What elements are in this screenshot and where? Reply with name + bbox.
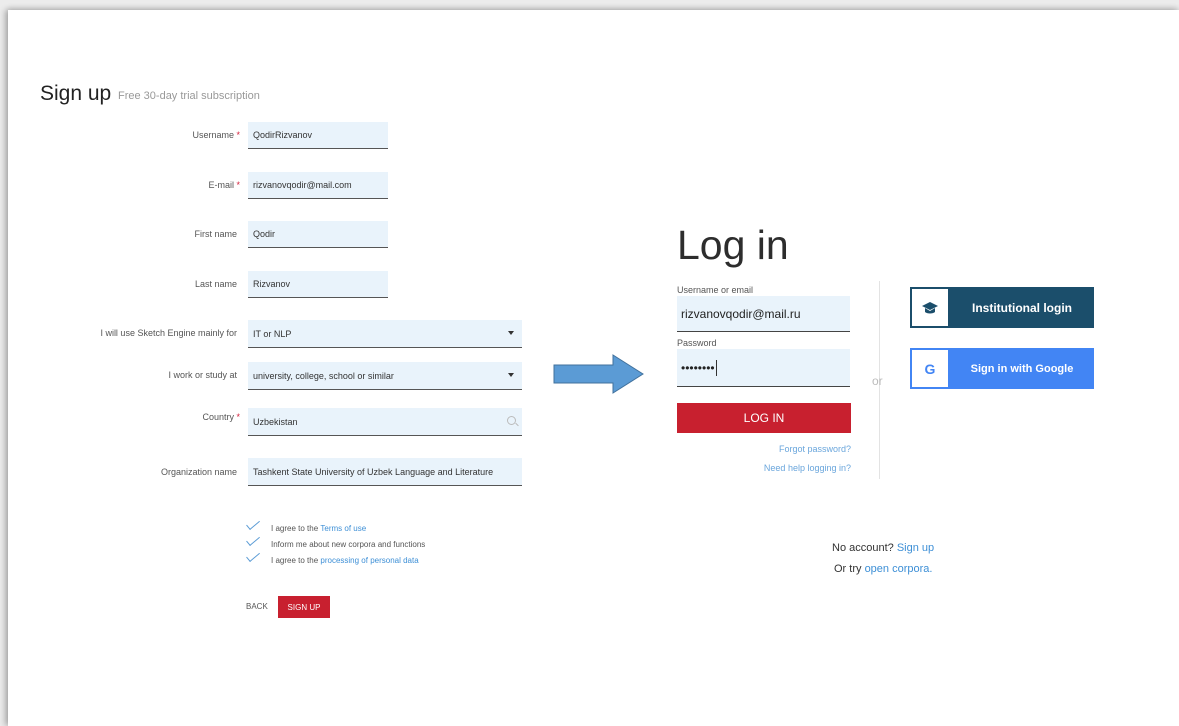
or-try-text: Or try open corpora. [834,563,933,575]
signup-subtitle: Free 30-day trial subscription [118,90,260,102]
no-account-text: No account? Sign up [832,542,935,554]
login-username-label: Username or email [677,285,754,295]
text-cursor [715,359,717,376]
organization-field[interactable]: Tashkent State University of Uzbek Langu… [248,458,522,486]
last-name-field[interactable]: Rizvanov [248,271,388,298]
password-label: Password [677,338,717,348]
work-study-select[interactable]: university, college, school or similar [248,362,522,390]
country-field[interactable]: Uzbekistan [248,408,522,436]
use-for-label: I will use Sketch Engine mainly for [100,328,237,338]
graduation-cap-icon [910,287,950,328]
sign-up-link[interactable]: Sign up [897,542,934,554]
signup-button[interactable]: SIGN UP [278,596,330,618]
checkmark-icon [248,540,263,549]
work-study-label: I work or study at [168,370,237,380]
page-frame: Sign up Free 30-day trial subscription U… [8,10,1179,726]
username-field[interactable]: QodirRizvanov [248,122,388,149]
google-signin-button[interactable]: G Sign in with Google [910,348,1094,389]
terms-link[interactable]: Terms of use [320,524,366,533]
first-name-field[interactable]: Qodir [248,221,388,248]
need-help-link[interactable]: Need help logging in? [764,463,851,473]
password-field[interactable]: •••••••• [677,349,850,387]
email-label: E-mail * [208,180,240,190]
use-for-select[interactable]: IT or NLP [248,320,522,348]
institutional-login-label: Institutional login [972,300,1072,315]
forgot-password-link[interactable]: Forgot password? [779,444,851,454]
chevron-down-icon [508,373,514,377]
first-name-label: First name [194,229,237,239]
login-button[interactable]: LOG IN [677,403,851,433]
search-icon [507,416,516,425]
processing-checkbox[interactable]: I agree to the processing of personal da… [248,556,419,565]
arrow-right-icon [553,354,644,394]
help-links: Forgot password? Need help logging in? [677,444,851,480]
google-g-icon: G [910,348,950,389]
chevron-down-icon [508,331,514,335]
inform-checkbox[interactable]: Inform me about new corpora and function… [248,540,425,549]
login-title: Log in [677,222,789,268]
username-label: Username * [192,130,240,140]
login-username-field[interactable]: rizvanovqodir@mail.ru [677,296,850,332]
institutional-login-button[interactable]: Institutional login [910,287,1094,328]
checkmark-icon [248,524,263,533]
back-button[interactable]: BACK [246,602,268,611]
or-separator: or [872,374,883,388]
last-name-label: Last name [194,279,237,289]
processing-link[interactable]: processing of personal data [320,556,418,565]
signup-title: Sign up [40,82,112,105]
country-label: Country * [202,412,240,422]
email-field[interactable]: rizvanovqodir@mail.com [248,172,388,199]
google-signin-label: Sign in with Google [970,362,1074,375]
open-corpora-link[interactable]: open corpora. [865,563,933,575]
organization-label: Organization name [160,467,237,477]
checkmark-icon [248,556,263,565]
terms-checkbox[interactable]: I agree to the Terms of use [248,524,366,533]
